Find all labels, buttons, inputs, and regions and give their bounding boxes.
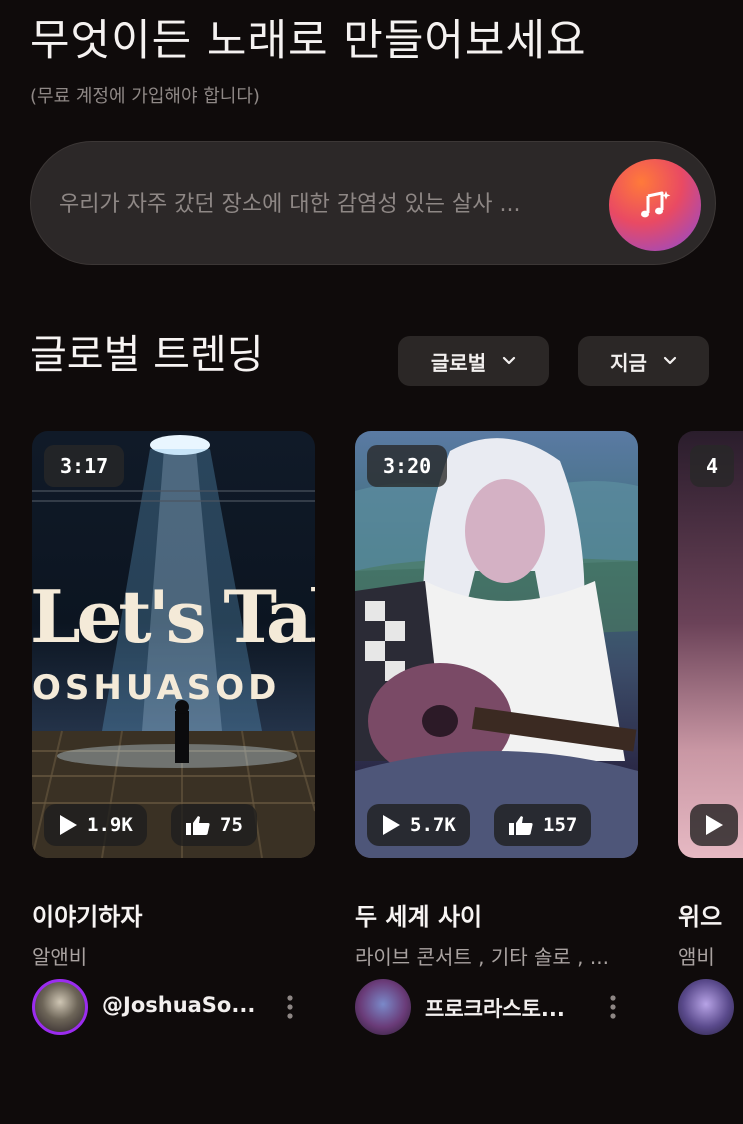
- play-icon: [706, 815, 723, 835]
- like-count: 75: [220, 814, 243, 836]
- track-genre-tags: 알앤비: [32, 945, 88, 969]
- duration-badge: 3:20: [367, 445, 448, 487]
- track-genre-tags: 앰비: [678, 945, 715, 969]
- region-filter-dropdown[interactable]: 글로벌: [398, 336, 549, 386]
- like-button[interactable]: 75: [171, 804, 257, 846]
- time-filter-dropdown[interactable]: 지금: [578, 336, 709, 386]
- play-count-button[interactable]: [690, 804, 738, 846]
- section-title-global-trending: 글로벌 트렌딩: [30, 332, 264, 378]
- chevron-down-icon: [663, 356, 677, 365]
- more-vertical-icon: [287, 995, 293, 1019]
- create-song-button[interactable]: [609, 159, 701, 251]
- more-options-button[interactable]: [603, 989, 623, 1025]
- thumbs-up-icon: [186, 816, 210, 835]
- track-card: 4 위으 앰비: [678, 431, 743, 1035]
- track-genre-tags: 라이브 콘서트 , 기타 솔로 , ...: [355, 945, 609, 969]
- track-title[interactable]: 이야기하자: [32, 897, 142, 932]
- thumbs-up-icon: [509, 816, 533, 835]
- like-count: 157: [543, 814, 578, 836]
- author-name[interactable]: @JoshuaSo...: [102, 993, 272, 1017]
- author-row: @JoshuaSo...: [32, 979, 315, 1035]
- play-icon: [383, 815, 400, 835]
- duration-badge: 3:17: [44, 445, 125, 487]
- duration-badge: 4: [690, 445, 735, 487]
- track-title[interactable]: 두 세계 사이: [355, 897, 482, 932]
- play-count-button[interactable]: 5.7K: [367, 804, 470, 846]
- track-title[interactable]: 위으: [678, 897, 722, 932]
- play-count: 1.9K: [87, 814, 133, 836]
- region-filter-label: 글로벌: [430, 350, 487, 375]
- author-name[interactable]: 프로크라스토...: [425, 993, 595, 1023]
- avatar[interactable]: [32, 979, 88, 1035]
- cover-art-guitar-girl: [355, 438, 638, 858]
- more-options-button[interactable]: [280, 989, 300, 1025]
- avatar[interactable]: [678, 979, 734, 1035]
- cover-artist-text: OSHUASOD: [32, 668, 281, 708]
- music-note-sparkle-icon: [641, 191, 671, 218]
- hero-subtitle: (무료 계정에 가입해야 합니다): [30, 86, 260, 107]
- hero-title: 무엇이든 노래로 만들어보세요: [30, 16, 587, 66]
- author-row: 프로크라스토...: [355, 979, 638, 1035]
- play-count-button[interactable]: 1.9K: [44, 804, 147, 846]
- more-vertical-icon: [610, 995, 616, 1019]
- avatar[interactable]: [355, 979, 411, 1035]
- play-icon: [60, 815, 77, 835]
- track-cover[interactable]: 4: [678, 431, 743, 858]
- author-row: [678, 979, 743, 1035]
- play-count: 5.7K: [410, 814, 456, 836]
- page: 무엇이든 노래로 만들어보세요 (무료 계정에 가입해야 합니다) 글로벌 트렌…: [0, 0, 743, 1124]
- cover-title-text: Let's Talk: [32, 574, 315, 659]
- track-cover[interactable]: Let's Talk OSHUASOD 3:17 1.9K 75: [32, 431, 315, 858]
- track-card: 3:20 5.7K 157 두 세계 사이 라이브 콘서트 , 기타 솔로 , …: [355, 431, 638, 1035]
- time-filter-label: 지금: [610, 350, 647, 375]
- track-card: Let's Talk OSHUASOD 3:17 1.9K 75 이야기하자 알…: [32, 431, 315, 1035]
- song-prompt-input[interactable]: [59, 185, 604, 223]
- like-button[interactable]: 157: [494, 804, 592, 846]
- chevron-down-icon: [502, 356, 516, 365]
- song-prompt-box: [30, 141, 716, 265]
- track-cover[interactable]: 3:20 5.7K 157: [355, 431, 638, 858]
